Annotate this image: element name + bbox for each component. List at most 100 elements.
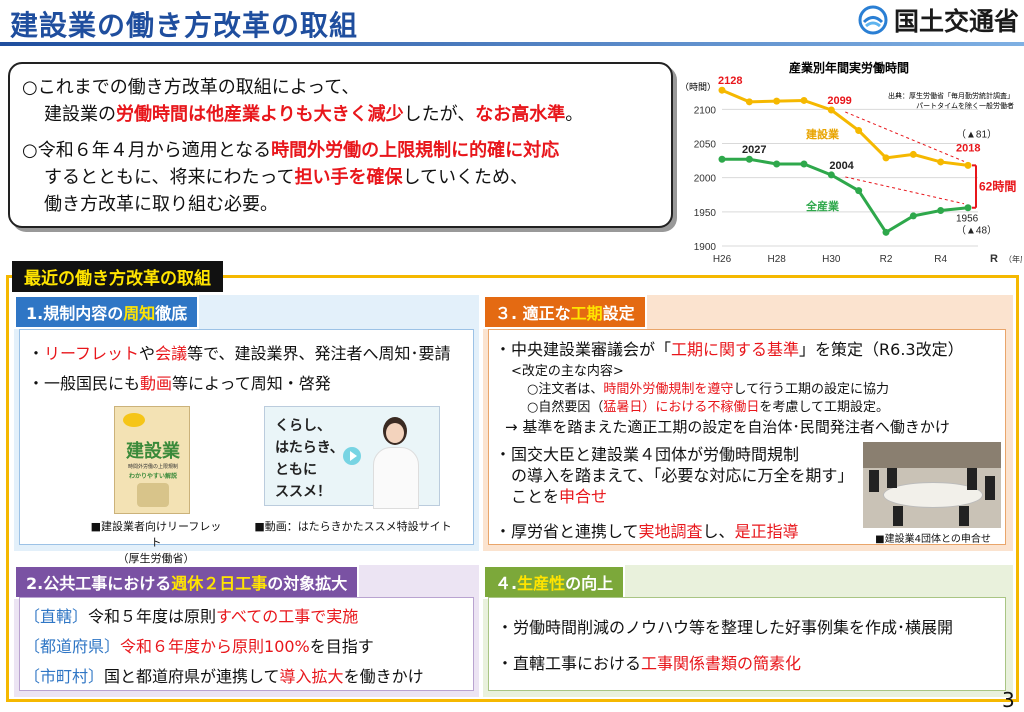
panel3-arrow-line: → 基準を踏まえた適正工期の設定を自治体･民間発注者へ働きかけ bbox=[505, 418, 950, 436]
data-point bbox=[718, 155, 726, 163]
panel2-row-2: 〔都道府県〕令和６年度から原則100%を目指す bbox=[24, 637, 374, 656]
data-point bbox=[937, 206, 945, 214]
panel1-body: ・リーフレットや会議等で、建設業界、発注者へ周知･要請 ・一般国民にも動画等によ… bbox=[19, 329, 474, 565]
y-tick-label: 2050 bbox=[694, 140, 717, 151]
mlit-logo-icon bbox=[858, 5, 888, 35]
leaflet-image: 建設業 時間外労働の上限規制 わかりやすい解説 bbox=[114, 406, 190, 514]
panel-notification: 1.規制内容の周知徹底 ・リーフレットや会議等で、建設業界、発注者へ周知･要請 … bbox=[14, 295, 479, 565]
series-label: 建設業 bbox=[806, 127, 840, 141]
lemon-icon bbox=[123, 413, 145, 427]
meeting-photo bbox=[863, 442, 1001, 528]
panel1-tag: 1.規制内容の周知徹底 bbox=[14, 295, 200, 329]
data-point bbox=[745, 155, 753, 163]
data-point bbox=[855, 127, 863, 135]
y-tick-label: 1900 bbox=[694, 242, 717, 253]
summary-line-1: ○これまでの働き方改革の取組によって、 bbox=[22, 77, 360, 98]
data-point bbox=[964, 161, 972, 169]
data-label: （▲81） bbox=[956, 128, 997, 140]
y-tick-label: 2100 bbox=[694, 105, 717, 116]
data-point bbox=[800, 160, 808, 168]
x-tick-label: H28 bbox=[767, 254, 786, 265]
panel3-body: ・中央建設業審議会が「工期に関する基準」を策定（R6.3改定） <改定の主な内容… bbox=[488, 329, 1006, 545]
x-tick-label: R2 bbox=[880, 254, 893, 265]
leaflet-sub-1: 時間外労働の上限規制 bbox=[127, 464, 178, 470]
data-label: 2027 bbox=[742, 144, 766, 156]
data-point bbox=[718, 86, 726, 94]
panel1-bullet-2: ・一般国民にも動画等によって周知・啓発 bbox=[28, 374, 331, 393]
panel2-body: 〔直轄〕令和５年度は原則すべての工事で実施 〔都道府県〕令和６年度から原則100… bbox=[19, 597, 474, 691]
y-axis-label: （時間） bbox=[680, 82, 716, 92]
data-point bbox=[882, 228, 890, 236]
y-tick-label: 2000 bbox=[694, 174, 717, 185]
y-tick-label: 1950 bbox=[694, 208, 717, 219]
title-underline bbox=[0, 42, 1024, 46]
data-point bbox=[800, 96, 808, 104]
data-label: 2128 bbox=[718, 75, 742, 87]
data-label: 2004 bbox=[829, 160, 854, 172]
data-label: 2018 bbox=[956, 142, 980, 154]
page-number: 3 bbox=[1002, 688, 1015, 712]
panel4-bullet-1: ・労働時間削減のノウハウ等を整理した好事例集を作成･横展開 bbox=[497, 618, 954, 637]
summary-line-5: 働き方改革に取り組む必要。 bbox=[44, 194, 278, 215]
panel2-row-1: 〔直轄〕令和５年度は原則すべての工事で実施 bbox=[24, 607, 359, 626]
summary-box: ○これまでの働き方改革の取組によって、 建設業の労働時間は他産業よりも大きく減少… bbox=[8, 62, 673, 228]
data-point bbox=[773, 160, 781, 168]
series-label: 全産業 bbox=[805, 199, 840, 213]
panel3-bullet-2: ・国交大臣と建設業４団体が労働時間規制 の導入を踏まえて、「必要な対応に万全を期… bbox=[495, 445, 854, 506]
panel3-sub-1: ○注文者は、時間外労働規制を遵守して行う工期の設定に協力 bbox=[527, 382, 889, 397]
panel3-bullet-1: ・中央建設業審議会が「工期に関する基準」を策定（R6.3改定） bbox=[495, 340, 964, 359]
video-text: くらし、 はたらき、 ともに ススメ！ bbox=[275, 418, 344, 500]
gap-label: 62時間 bbox=[979, 179, 1016, 194]
leaflet-sub-2: わかりやすい解説 bbox=[128, 473, 177, 480]
panel3-bullet-3: ・厚労省と連携して実地調査し、是正指導 bbox=[495, 522, 799, 541]
meeting-photo-caption: ■建設業4団体との申合せ bbox=[875, 534, 991, 545]
data-label: （▲48） bbox=[956, 225, 997, 237]
panel3-sub-head: <改定の主な内容> bbox=[511, 364, 624, 379]
leaflet-title: 建設業 bbox=[126, 441, 180, 462]
leaflet-caption: ■建設業者向けリーフレット （厚生労働省） bbox=[90, 520, 222, 565]
chart-title: 産業別年間実労働時間 bbox=[789, 60, 909, 75]
data-label: 2099 bbox=[827, 95, 851, 107]
data-point bbox=[827, 171, 835, 179]
page-title: 建設業の働き方改革の取組 bbox=[10, 9, 359, 42]
summary-line-4: するとともに、将来にわたって担い手を確保していくため、 bbox=[44, 167, 529, 188]
panel-productivity: ４.生産性の向上 ・労働時間削減のノウハウ等を整理した好事例集を作成･横展開 ・… bbox=[483, 565, 1013, 697]
play-icon[interactable] bbox=[343, 447, 361, 465]
presenter-figure bbox=[369, 417, 421, 509]
data-point bbox=[745, 98, 753, 106]
video-thumbnail[interactable]: くらし、 はたらき、 ともに ススメ！ bbox=[264, 406, 440, 509]
data-point bbox=[909, 150, 917, 158]
panel2-row-3: 〔市町村〕国と都道府県が連携して導入拡大を働きかけ bbox=[24, 667, 424, 686]
org-name: 国土交通省 bbox=[894, 7, 1020, 36]
x-tick-label: H30 bbox=[822, 254, 841, 265]
summary-line-2: 建設業の労働時間は他産業よりも大きく減少したが、なお高水準。 bbox=[44, 104, 584, 125]
panel4-tag: ４.生産性の向上 bbox=[483, 565, 626, 599]
data-point bbox=[937, 158, 945, 166]
panel3-tag: ３. 適正な工期設定 bbox=[483, 295, 647, 329]
source-note: 出典：厚生労働省「毎月勤労統計調査」 bbox=[888, 91, 1014, 100]
panel4-bullet-2: ・直轄工事における工事関係書類の簡素化 bbox=[497, 654, 802, 673]
panel-weekly-holiday: 2.公共工事における週休２日工事の対象拡大 〔直轄〕令和５年度は原則すべての工事… bbox=[14, 565, 479, 697]
labor-hours-chart: 産業別年間実労働時間 （時間） 出典：厚生労働省「毎月勤労統計調査」 パートタイムを除… bbox=[676, 56, 1024, 272]
data-point bbox=[909, 212, 917, 220]
panel1-bullet-1: ・リーフレットや会議等で、建設業界、発注者へ周知･要請 bbox=[28, 344, 451, 363]
data-point bbox=[964, 204, 972, 212]
panel-schedule: ３. 適正な工期設定 ・中央建設業審議会が「工期に関する基準」を策定（R6.3改… bbox=[483, 295, 1013, 551]
video-caption: ■動画：はたらきかたススメ特設サイト bbox=[254, 520, 452, 533]
x-tick-label: R4 bbox=[934, 254, 947, 265]
data-label: 1956 bbox=[956, 214, 979, 225]
chart-svg: 産業別年間実労働時間 （時間） 出典：厚生労働省「毎月勤労統計調査」パートタイムを除… bbox=[680, 60, 1024, 265]
x-tick-label: H26 bbox=[713, 254, 732, 265]
data-point bbox=[773, 97, 781, 105]
org-logo: 国土交通省 bbox=[858, 2, 1019, 38]
x-axis-label: （年度） bbox=[1004, 254, 1022, 264]
panel3-sub-2: ○自然要因（猛暑日）における不稼働日を考慮して工期設定。 bbox=[527, 400, 889, 415]
leaflet-illustration bbox=[137, 483, 169, 507]
data-point bbox=[882, 154, 890, 162]
x-tick-label: R bbox=[990, 253, 998, 265]
summary-line-3: ○令和６年４月から適用となる時間外労働の上限規制に的確に対応 bbox=[22, 140, 560, 161]
main-heading: 最近の働き方改革の取組 bbox=[12, 261, 223, 292]
panel4-body: ・労働時間削減のノウハウ等を整理した好事例集を作成･横展開 ・直轄工事における工… bbox=[488, 597, 1006, 691]
panel2-tag: 2.公共工事における週休２日工事の対象拡大 bbox=[14, 565, 360, 599]
source-note: パートタイムを除く一般労働者 bbox=[916, 101, 1014, 110]
